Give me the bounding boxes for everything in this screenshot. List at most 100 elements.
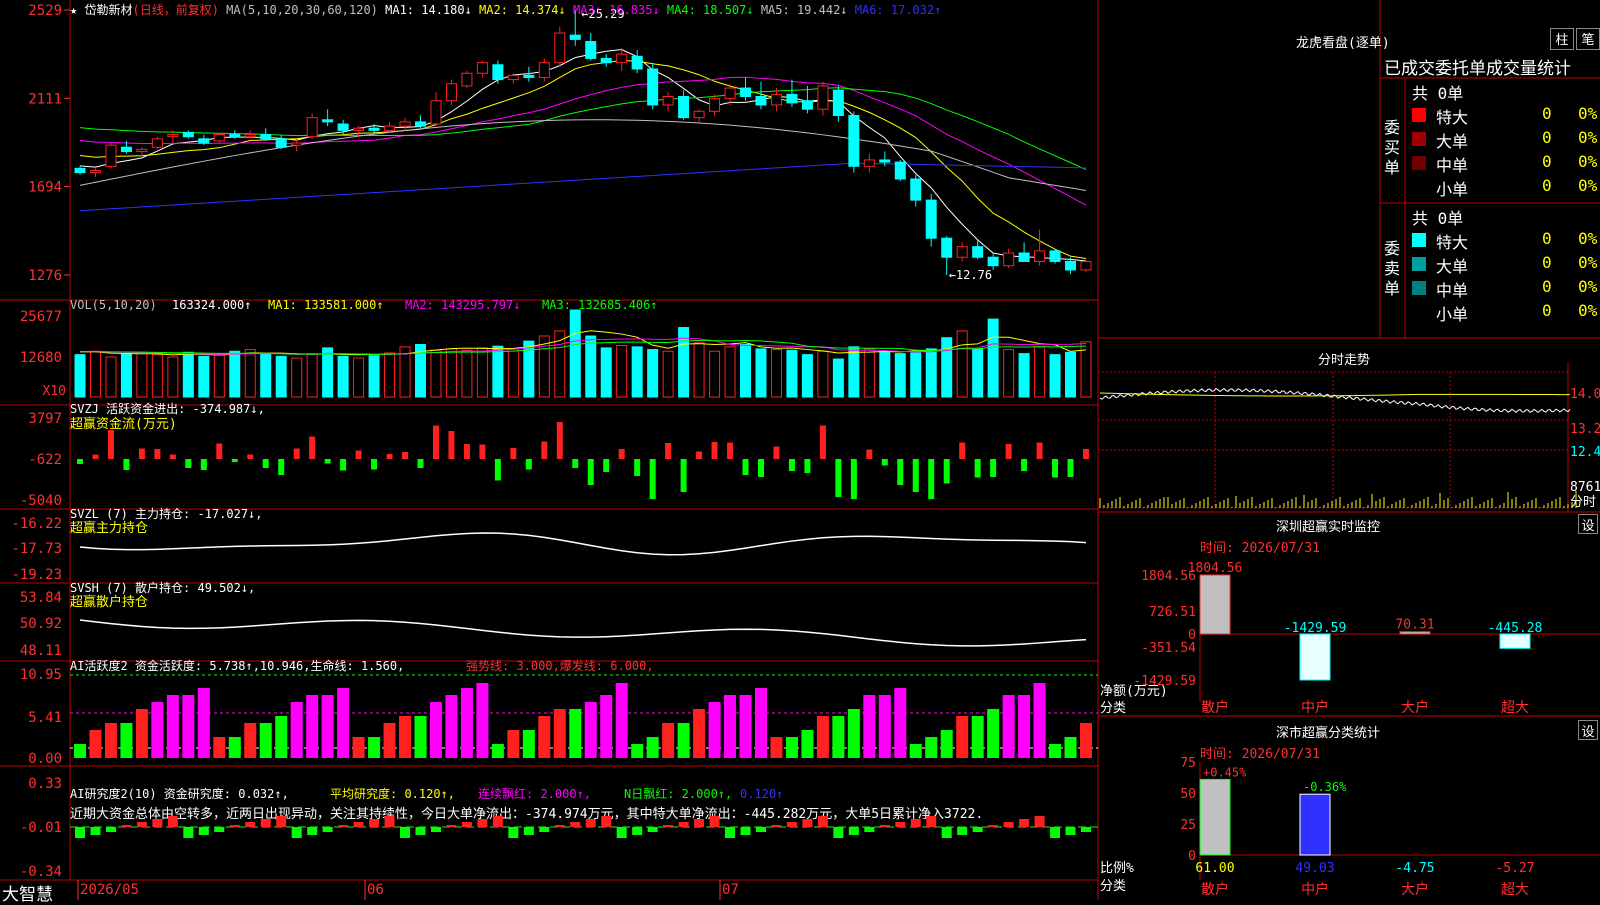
candle-body <box>647 68 659 106</box>
ai1-label: AI活跃度2 资金活跃度: 5.738↑,10.946,生命线: 1.560, <box>70 658 404 673</box>
candle-body <box>1080 260 1092 271</box>
candle-body <box>120 146 132 152</box>
ma-value-1: MA1: 14.180↓ <box>385 3 472 17</box>
svzj-bar <box>324 459 331 464</box>
ai2-bar <box>864 827 875 832</box>
vol-bar <box>569 309 581 398</box>
vol-bar <box>322 347 334 398</box>
ai1-bar <box>832 716 845 758</box>
vol-bar <box>368 355 380 398</box>
ai2-bar <box>1081 827 1091 832</box>
tick-button[interactable]: 笔 <box>1576 28 1600 50</box>
brand-logo: 大智慧 <box>2 885 53 905</box>
ai1-bar <box>368 737 381 758</box>
svzj-tick-label: 3797 <box>28 411 62 427</box>
svsh-tick-label: 48.11 <box>20 643 62 659</box>
ai1-bar <box>89 730 102 758</box>
svzj-bar <box>1036 442 1043 459</box>
ai2-bar <box>338 825 349 827</box>
svzj-bar <box>355 450 362 459</box>
ma-value-6: MA6: 17.032↑ <box>847 3 942 17</box>
vol-bar <box>879 350 891 398</box>
candle-body <box>1018 252 1030 262</box>
svzj-bar <box>278 459 285 475</box>
candle-body <box>801 100 813 110</box>
svzj-bar <box>231 459 238 462</box>
column-button[interactable]: 柱 <box>1550 28 1574 50</box>
ai2-bar <box>802 819 813 827</box>
ss-xlabel: 分类 <box>1100 879 1127 894</box>
vol-bar <box>167 356 179 398</box>
vol-bar <box>492 345 504 398</box>
svzj-bar <box>309 436 316 459</box>
ma-values: MA1: 14.180↓ MA2: 14.374↓ MA3: 16.835↓ M… <box>385 3 941 17</box>
order-row-name: 中单 <box>1436 281 1469 300</box>
vol-bar <box>120 353 132 398</box>
ai2-bar <box>1003 822 1014 827</box>
svzl-sub: 超赢主力持仓 <box>70 520 148 536</box>
ss-bar <box>1199 778 1231 856</box>
svzj-bar <box>897 459 904 485</box>
vol-bar <box>461 349 473 398</box>
ai2-bar <box>90 827 101 835</box>
ai2-bar <box>647 827 658 832</box>
order-row-name: 中单 <box>1436 156 1469 175</box>
ai2-tick-label: -0.01 <box>20 820 62 836</box>
ai1-bar <box>135 709 148 758</box>
ai1-bar <box>213 737 226 758</box>
ai1-bar <box>863 695 876 758</box>
sz-settings-button[interactable]: 设 <box>1578 514 1598 534</box>
ai2-bar <box>988 825 999 827</box>
candle-body <box>368 127 380 131</box>
fs-title: 分时走势 <box>1318 353 1371 368</box>
svzj-bar <box>711 442 718 459</box>
svzj-bar <box>696 451 703 459</box>
candle-body <box>770 93 782 106</box>
ai2-bar <box>755 827 766 832</box>
buy-label: 委买单 <box>1384 118 1401 177</box>
ss-bar-change: +0.45% <box>1203 765 1247 779</box>
color-swatch-icon <box>1412 132 1426 146</box>
ai1-bar <box>306 695 319 758</box>
ai1-bar <box>785 737 798 758</box>
svzj-bar <box>603 459 610 472</box>
vol-bar <box>507 348 519 398</box>
fs-avg-line <box>1099 392 1571 397</box>
order-row-name: 小单 <box>1436 180 1469 199</box>
ai1-bar <box>940 730 953 758</box>
svsh-tick-label: 53.84 <box>20 590 62 606</box>
vol-bar <box>291 357 303 398</box>
svzj-bar <box>293 448 300 459</box>
svzj-bar <box>262 459 269 468</box>
ai1-bar <box>197 688 210 758</box>
candle-body <box>507 74 519 81</box>
ai1-bar <box>74 744 86 758</box>
ai1-bar <box>290 702 303 758</box>
fs-tick-label: 8761 <box>1570 480 1600 495</box>
svzj-bar <box>943 459 950 484</box>
ai2-bar <box>570 822 581 827</box>
kline-chart[interactable]: 2529211116941276←25.29←12.76VOL(5,10,20)… <box>0 0 1600 900</box>
svzj-bar <box>649 459 656 499</box>
ai2-bar <box>632 827 643 835</box>
svzj-bar <box>1067 459 1074 477</box>
svzj-bar <box>928 459 935 499</box>
candle-body <box>74 167 86 174</box>
ai2-bar <box>1034 816 1045 827</box>
ai2-bar <box>384 816 395 827</box>
candle-body <box>879 159 891 163</box>
svzj-bar <box>386 454 393 459</box>
ss-settings-button[interactable]: 设 <box>1578 720 1598 740</box>
ai2-bar <box>136 822 147 827</box>
vol-bar <box>198 355 210 398</box>
ai2-bar <box>400 827 411 838</box>
candle-body <box>89 170 101 174</box>
svzj-bar <box>169 454 176 459</box>
svzj-bar <box>154 449 161 459</box>
vol-tick-label: 12680 <box>20 350 62 366</box>
ai2-bar <box>972 827 983 832</box>
svzj-bar <box>541 441 548 459</box>
candle-body <box>1065 260 1077 271</box>
ai2-bar <box>879 825 890 827</box>
ai1-bar <box>894 688 907 758</box>
